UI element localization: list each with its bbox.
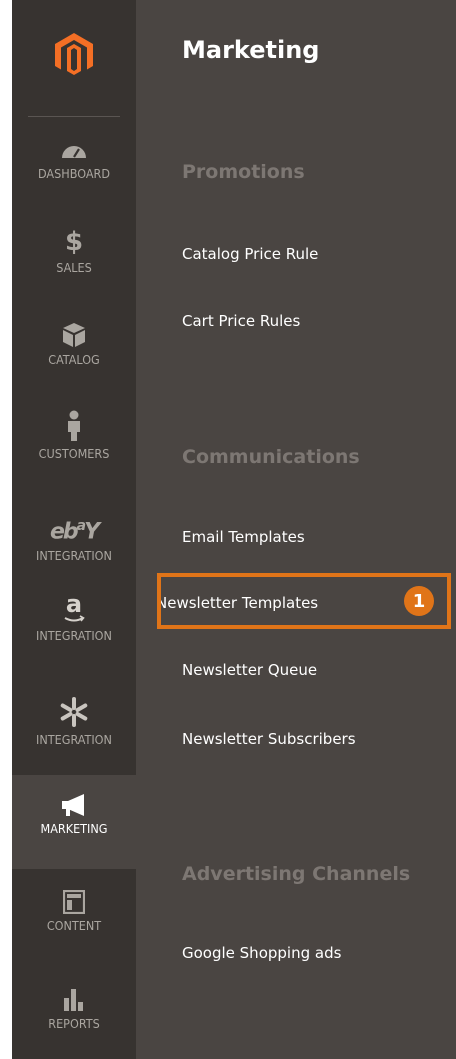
menu-link-google-shopping-ads[interactable]: Google Shopping ads	[182, 944, 341, 962]
box-icon	[62, 314, 86, 348]
walmart-spark-icon	[58, 694, 90, 728]
nav-label: INTEGRATION	[36, 548, 112, 563]
nav-item-content[interactable]: CONTENT	[12, 880, 136, 944]
nav-label: DASHBOARD	[37, 166, 111, 181]
nav-item-integration-amazon[interactable]: a INTEGRATION	[12, 590, 136, 658]
nav-label: SALES	[56, 260, 92, 275]
logo-divider	[28, 116, 120, 117]
admin-frame: DASHBOARD $ SALES CATALOG CUSTOMERS ebaY…	[0, 0, 456, 1059]
dollar-icon: $	[64, 227, 84, 257]
menu-link-newsletter-queue[interactable]: Newsletter Queue	[182, 661, 317, 679]
nav-label: INTEGRATION	[36, 732, 112, 747]
nav-item-catalog[interactable]: CATALOG	[12, 314, 136, 378]
nav-item-integration-walmart[interactable]: INTEGRATION	[12, 694, 136, 762]
magento-logo-icon[interactable]	[12, 0, 136, 110]
amazon-icon: a	[62, 590, 86, 624]
nav-item-dashboard[interactable]: DASHBOARD	[12, 128, 136, 192]
nav-item-marketing[interactable]: MARKETING	[12, 775, 136, 869]
nav-label: CONTENT	[46, 918, 102, 933]
nav-label: CATALOG	[48, 352, 100, 367]
nav-label: MARKETING	[40, 821, 108, 836]
panel-title: Marketing	[182, 36, 320, 64]
nav-item-reports[interactable]: REPORTS	[12, 978, 136, 1042]
step-number-badge: 1	[404, 586, 434, 616]
svg-text:a: a	[66, 592, 82, 618]
admin-nav-rail: DASHBOARD $ SALES CATALOG CUSTOMERS ebaY…	[12, 0, 136, 1059]
menu-link-email-templates[interactable]: Email Templates	[182, 528, 305, 546]
nav-item-sales[interactable]: $ SALES	[12, 222, 136, 286]
nav-label: INTEGRATION	[36, 628, 112, 643]
person-icon	[65, 408, 83, 442]
dashboard-icon	[61, 128, 87, 162]
menu-link-newsletter-subscribers[interactable]: Newsletter Subscribers	[182, 730, 356, 748]
section-title-communications: Communications	[182, 446, 360, 468]
megaphone-icon	[60, 775, 88, 817]
menu-link-cart-price-rules[interactable]: Cart Price Rules	[182, 312, 300, 330]
layout-icon	[63, 880, 85, 914]
menu-link-catalog-price-rule[interactable]: Catalog Price Rule	[182, 245, 318, 263]
nav-item-customers[interactable]: CUSTOMERS	[12, 408, 136, 472]
section-title-promotions: Promotions	[182, 161, 305, 183]
nav-label: CUSTOMERS	[38, 446, 110, 461]
marketing-submenu-panel: Marketing Promotions Catalog Price Rule …	[136, 0, 456, 1059]
section-title-advertising-channels: Advertising Channels	[182, 863, 411, 885]
nav-item-integration-ebay[interactable]: ebaY INTEGRATION	[12, 510, 136, 578]
ebay-icon: ebaY	[49, 517, 100, 544]
bar-chart-icon	[63, 978, 85, 1012]
nav-label: REPORTS	[48, 1016, 100, 1031]
